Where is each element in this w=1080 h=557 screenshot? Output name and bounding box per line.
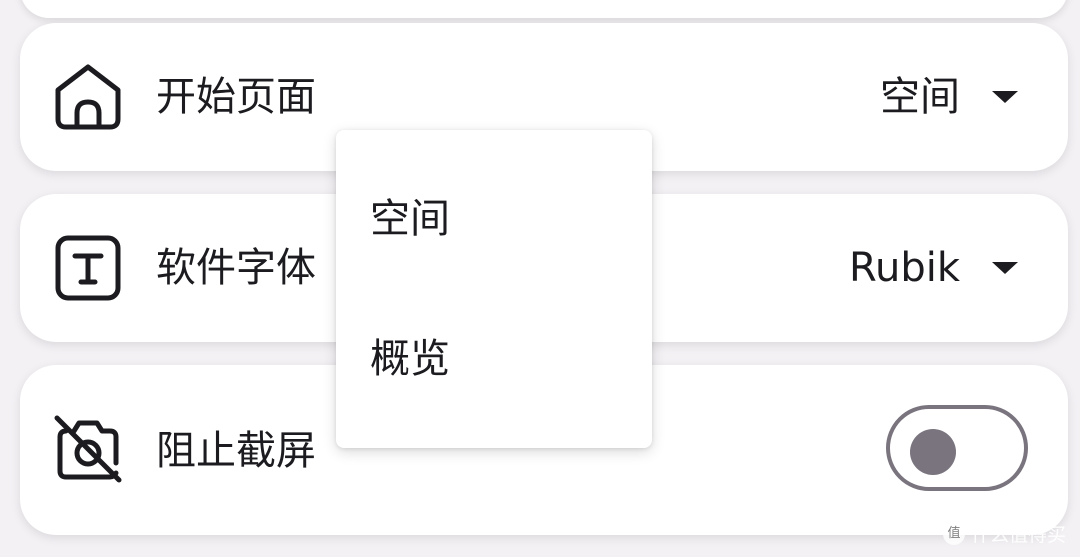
chevron-down-icon	[992, 91, 1018, 103]
app-font-value: Rubik	[848, 245, 960, 291]
watermark: 值 什么值得买	[942, 520, 1066, 547]
toggle-thumb[interactable]	[910, 429, 956, 475]
watermark-text: 什么值得买	[970, 524, 1066, 546]
watermark-logo-icon: 值	[942, 522, 965, 545]
block-screenshot-toggle[interactable]	[886, 405, 1028, 491]
app-font-label: 软件字体	[156, 245, 316, 291]
previous-setting-card	[20, 0, 1068, 18]
app-font-select[interactable]: Rubik	[849, 238, 1018, 298]
start-page-value: 空间	[880, 74, 960, 120]
dropdown-option-overview[interactable]: 概览	[336, 314, 652, 404]
text-font-icon	[52, 232, 124, 304]
dropdown-option-space[interactable]: 空间	[336, 174, 652, 264]
block-screenshot-label: 阻止截屏	[156, 428, 316, 474]
screenshot-blocked-icon	[52, 413, 124, 485]
start-page-select[interactable]: 空间	[880, 67, 1018, 127]
start-page-label: 开始页面	[156, 74, 316, 120]
chevron-down-icon	[992, 262, 1018, 274]
start-page-dropdown-menu: 空间 概览	[336, 130, 652, 448]
home-icon	[52, 61, 124, 133]
